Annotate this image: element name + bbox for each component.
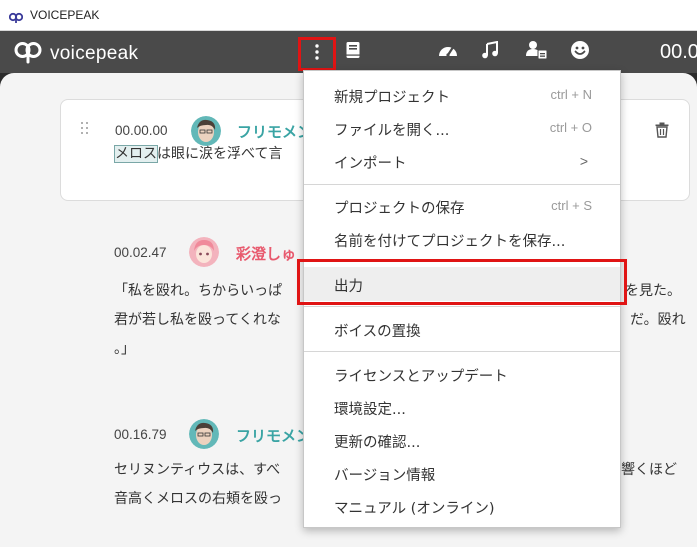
menu-item-replace-voice[interactable]: ボイスの置換: [304, 313, 620, 345]
app-header: voicepeak: [0, 31, 697, 73]
menu-item-save-project[interactable]: プロジェクトの保存 ctrl + S: [304, 190, 620, 222]
line-time: 00.16.79: [114, 427, 167, 442]
line-text-overflow: を見た。 だ。殴れ: [625, 283, 686, 328]
menu-item-open-file[interactable]: ファイルを開く... ctrl + O: [304, 112, 620, 144]
chevron-right-icon: >: [579, 153, 588, 169]
user-dictionary-button[interactable]: [524, 31, 550, 73]
menu-item-version-info[interactable]: バージョン情報: [304, 457, 620, 489]
kebab-menu-icon: [315, 44, 319, 64]
menu-item-save-project-as[interactable]: 名前を付けてプロジェクトを保存...: [304, 223, 620, 255]
line-time: 00.00.00: [115, 123, 168, 138]
selected-word[interactable]: メロス: [114, 145, 158, 163]
app-logo: voicepeak: [14, 40, 138, 68]
menu-separator: [304, 306, 620, 307]
line-time: 00.02.47: [114, 245, 167, 260]
window-title: VOICEPEAK: [30, 8, 100, 22]
speed-button[interactable]: [436, 31, 460, 73]
music-button[interactable]: [479, 31, 501, 73]
logo-text: voicepeak: [50, 43, 139, 64]
window-title-bar: VOICEPEAK: [0, 0, 697, 31]
line-text[interactable]: セリヌンティウスは、すべ 音高くメロスの右頬を殴っ: [114, 456, 282, 514]
voicepeak-logo-icon: [14, 40, 42, 68]
speaker-avatar[interactable]: [189, 419, 219, 449]
menu-item-new-project[interactable]: 新規プロジェクト ctrl + N: [304, 79, 620, 111]
emotion-button[interactable]: [568, 31, 592, 73]
book-button[interactable]: [342, 31, 364, 73]
drag-handle-icon[interactable]: [81, 122, 89, 136]
menu-item-check-updates[interactable]: 更新の確認...: [304, 424, 620, 456]
speed-gauge-icon: [437, 41, 459, 63]
speaker-name[interactable]: フリモメン: [236, 425, 311, 446]
menu-item-import[interactable]: インポート >: [304, 145, 620, 177]
line-text[interactable]: 「私を殴れ。ちからいっぱ 君が若し私を殴ってくれな 。」: [114, 277, 282, 364]
book-icon: [345, 41, 361, 63]
line-text-overflow: 響くほど: [621, 462, 677, 478]
menu-item-license-update[interactable]: ライセンスとアップデート: [304, 358, 620, 390]
speaker-avatar[interactable]: [189, 237, 219, 267]
speaker-name[interactable]: フリモメン: [237, 121, 312, 142]
playback-time-readout: 00.0: [660, 41, 697, 63]
menu-separator: [304, 184, 620, 185]
menu-item-preferences[interactable]: 環境設定...: [304, 391, 620, 423]
export-highlight-box: [297, 259, 627, 305]
menu-item-manual-online[interactable]: マニュアル (オンライン): [304, 490, 620, 522]
user-dict-icon: [526, 40, 548, 64]
trash-icon[interactable]: [655, 122, 669, 142]
menu-separator: [304, 351, 620, 352]
music-note-icon: [481, 40, 499, 63]
speaker-name[interactable]: 彩澄しゅ: [236, 243, 296, 264]
line-text[interactable]: メロスは眼に涙を浮べて言: [114, 140, 282, 169]
emotion-smiley-icon: [570, 40, 590, 64]
main-menu-button[interactable]: [298, 37, 336, 71]
app-logo-icon: [8, 9, 24, 28]
